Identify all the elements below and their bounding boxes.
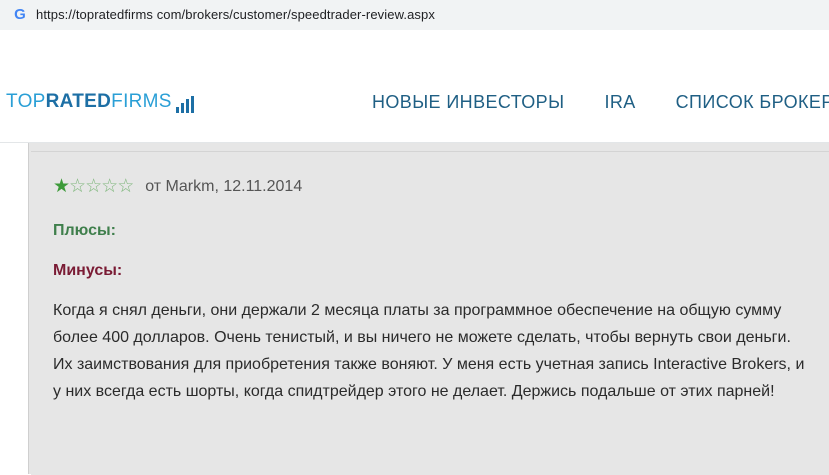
review-author-date: от Markm, 12.11.2014 — [145, 178, 303, 195]
review-text: Когда я снял деньги, они держали 2 месяц… — [53, 302, 805, 400]
main-nav: НОВЫЕ ИНВЕСТОРЫ IRA СПИСОК БРОКЕРОВ — [372, 92, 829, 113]
nav-item-new-investors[interactable]: НОВЫЕ ИНВЕСТОРЫ — [372, 92, 564, 113]
star-empty-icon: ☆ — [101, 176, 118, 197]
nav-item-ira[interactable]: IRA — [604, 92, 635, 113]
site-logo[interactable]: TOP RATED FIRMS — [6, 91, 194, 113]
logo-text-top: TOP — [6, 91, 46, 112]
star-empty-icon: ☆ — [117, 176, 134, 197]
google-icon: G — [14, 6, 26, 23]
bar-chart-icon — [175, 96, 194, 113]
address-bar[interactable]: G https://topratedfirms com/brokers/cust… — [0, 0, 829, 30]
cons-label: Минусы: — [53, 262, 123, 279]
logo-text-firms: FIRMS — [111, 91, 172, 112]
site-header: TOP RATED FIRMS НОВЫЕ ИНВЕСТОРЫ IRA СПИСОК… — [0, 62, 829, 143]
review-meta: ★☆☆☆☆ от Markm, 12.11.2014 — [53, 177, 302, 197]
url-text[interactable]: https://topratedfirms com/brokers/custom… — [36, 7, 435, 22]
review-container: ★☆☆☆☆ от Markm, 12.11.2014 Плюсы: Минусы… — [28, 143, 829, 475]
star-empty-icon: ☆ — [85, 176, 102, 197]
star-rating: ★☆☆☆☆ — [53, 176, 134, 197]
logo-text-rated: RATED — [45, 91, 112, 112]
star-empty-icon: ☆ — [69, 176, 86, 197]
nav-item-broker-list[interactable]: СПИСОК БРОКЕРОВ — [676, 92, 829, 113]
pros-label: Плюсы: — [53, 222, 117, 239]
review-card: ★☆☆☆☆ от Markm, 12.11.2014 Плюсы: Минусы… — [31, 151, 829, 475]
star-filled-icon: ★ — [53, 176, 70, 197]
